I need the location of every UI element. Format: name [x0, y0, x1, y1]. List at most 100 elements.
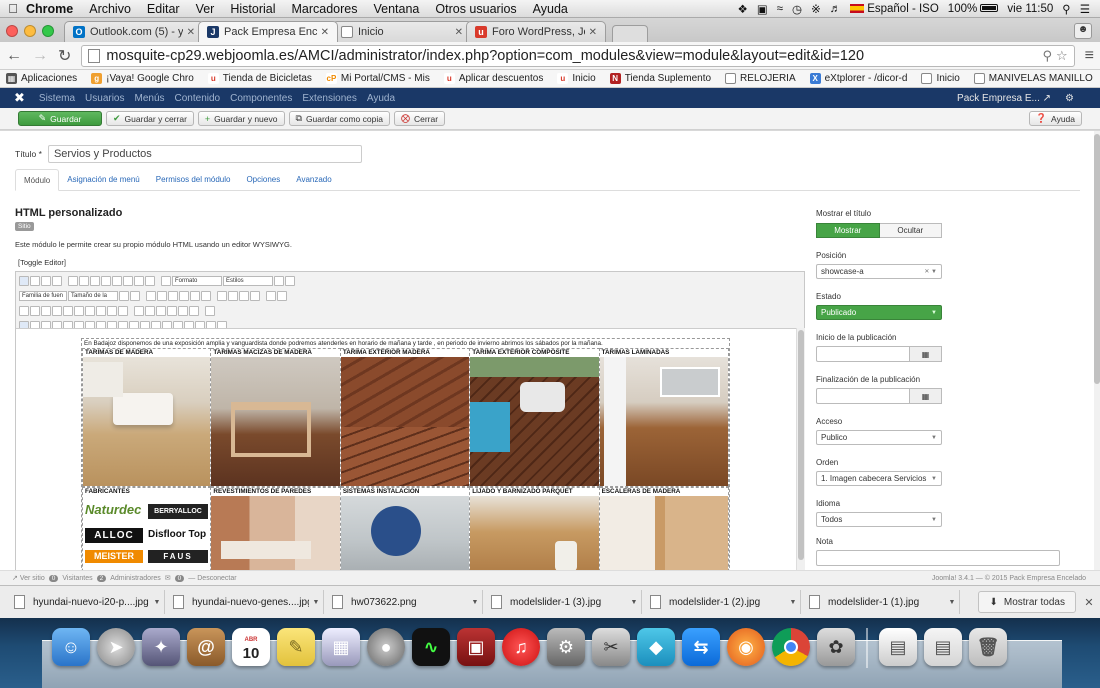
bullet-list-icon[interactable] — [217, 290, 227, 301]
position-select[interactable]: showcase-a ✕ ▼ — [816, 264, 942, 279]
launchpad-icon[interactable]: ➤ — [97, 628, 135, 666]
nav-sistema[interactable]: Sistema — [39, 93, 75, 104]
notification-center-icon[interactable]: ☰ — [1080, 2, 1090, 16]
apple-icon[interactable]:  — [0, 1, 26, 16]
bookmark-aplicar-descuentos[interactable]: u Aplicar descuentos — [443, 73, 543, 84]
close-button[interactable]: ⨂ Cerrar — [393, 111, 446, 126]
bookmark-tienda-bicicletas[interactable]: u Tienda de Bicicletas — [207, 73, 312, 84]
font-size-select[interactable]: Tamaño de la — [68, 290, 118, 301]
volume-icon[interactable]: ♬ — [830, 3, 842, 15]
editor-scroll-thumb[interactable] — [798, 330, 804, 560]
menu-otros-usuarios[interactable]: Otros usuarios — [435, 2, 516, 16]
notes-icon[interactable]: ✎ — [277, 628, 315, 666]
show-title-yes-button[interactable]: Mostrar — [816, 223, 880, 238]
toggle-editor-link[interactable]: [Toggle Editor] — [18, 258, 66, 267]
search-icon[interactable] — [85, 305, 95, 316]
scissors-icon[interactable]: ✂ — [592, 628, 630, 666]
system-preferences-icon[interactable]: ⚙ — [547, 628, 585, 666]
tab-asignacion-menu[interactable]: Asignación de menú — [59, 169, 148, 190]
table-icon[interactable] — [74, 305, 84, 316]
chevron-down-icon[interactable]: ▼ — [468, 599, 482, 606]
nav-extensiones[interactable]: Extensiones — [302, 93, 356, 104]
align-center-icon[interactable] — [123, 275, 133, 286]
zoom-window-button[interactable] — [42, 25, 54, 37]
bookmark-extplorer[interactable]: XeXtplorer - /dicor-d — [809, 73, 907, 84]
tab-outlook[interactable]: O Outlook.com (5) - yolanpr ✕ — [64, 21, 204, 42]
save-copy-button[interactable]: ⧉ Guardar como copia — [288, 111, 390, 126]
ltr-icon[interactable] — [19, 305, 29, 316]
media-icon[interactable] — [52, 305, 62, 316]
cut-icon[interactable] — [146, 290, 156, 301]
unlink-icon[interactable] — [118, 305, 128, 316]
nav-ayuda[interactable]: Ayuda — [367, 93, 395, 104]
align-left-icon[interactable] — [112, 275, 122, 286]
menu-ver[interactable]: Ver — [196, 2, 215, 16]
note-input[interactable] — [816, 550, 1060, 566]
access-select[interactable]: Publico ▼ — [816, 430, 942, 445]
order-select[interactable]: 1. Imagen cabecera Servicios ▼ — [816, 471, 942, 486]
back-arrow-icon[interactable]: ← — [6, 47, 22, 65]
superscript-icon[interactable] — [250, 290, 260, 301]
bluetooth-icon[interactable]: ※ — [811, 2, 821, 16]
download-item[interactable]: hw073622.png ▼ — [326, 590, 483, 614]
align-right-icon[interactable] — [134, 275, 144, 286]
download-item[interactable]: modelslider-1 (3).jpg ▼ — [485, 590, 642, 614]
calendar-icon[interactable]: ABR 10 — [232, 628, 270, 666]
close-tab-icon[interactable]: ✕ — [187, 27, 195, 38]
styles-select[interactable]: Estilos — [223, 275, 273, 286]
start-date-input[interactable] — [816, 346, 910, 362]
title-input[interactable] — [47, 145, 362, 163]
chevron-down-icon[interactable]: ▼ — [309, 599, 323, 606]
save-close-button[interactable]: ✔ Guardar y cerrar — [106, 111, 194, 126]
rtl-icon[interactable] — [30, 305, 40, 316]
download-item[interactable]: hyundai-nuevo-genes....jpg ▼ — [167, 590, 324, 614]
nav-contenido[interactable]: Contenido — [175, 93, 221, 104]
new-document-icon[interactable] — [30, 275, 40, 286]
close-tab-icon[interactable]: ✕ — [455, 27, 463, 38]
download-item[interactable]: modelslider-1 (2).jpg ▼ — [644, 590, 801, 614]
url-input[interactable]: mosquite-cp29.webjoomla.es/AMCI/administ… — [81, 44, 1075, 67]
paste-text-icon[interactable] — [179, 290, 189, 301]
close-downloads-icon[interactable]: ✕ — [1080, 596, 1098, 609]
clean-icon[interactable] — [285, 275, 295, 286]
tab-pack-empresa[interactable]: J Pack Empresa Encelado - A ✕ — [198, 21, 338, 42]
chevron-down-icon[interactable]: ▼ — [150, 599, 164, 606]
close-window-button[interactable] — [6, 25, 18, 37]
chevron-down-icon[interactable]: ▼ — [786, 599, 800, 606]
app-icon[interactable]: ◆ — [637, 628, 675, 666]
italic-icon[interactable] — [79, 275, 89, 286]
calendar-icon[interactable]: ▦ — [910, 346, 942, 362]
menu-app-name[interactable]: Chrome — [26, 2, 73, 16]
firefox-icon[interactable]: ◉ — [727, 628, 765, 666]
tab-avanzado[interactable]: Avanzado — [288, 169, 339, 190]
table-delete-icon[interactable] — [189, 305, 199, 316]
tab-modulo[interactable]: Módulo — [15, 169, 60, 191]
chrome-icon[interactable] — [772, 628, 810, 666]
activity-monitor-icon[interactable]: ∿ — [412, 628, 450, 666]
language-select[interactable]: Todos ▼ — [816, 512, 942, 527]
nav-usuarios[interactable]: Usuarios — [85, 93, 124, 104]
menu-marcadores[interactable]: Marcadores — [292, 2, 358, 16]
facetime-icon[interactable]: ● — [367, 628, 405, 666]
document-stack-icon[interactable]: ▤ — [879, 628, 917, 666]
close-tab-icon[interactable]: ✕ — [589, 27, 597, 38]
tab-foro-wordpress[interactable]: u Foro WordPress, Joomla y ✕ — [466, 21, 606, 42]
view-site-link[interactable]: ↗ Ver sitio — [12, 574, 45, 582]
page-info-icon[interactable] — [88, 48, 101, 63]
tab-inicio[interactable]: Inicio ✕ — [332, 21, 472, 42]
minimize-window-button[interactable] — [24, 25, 36, 37]
select-all-icon[interactable] — [201, 290, 211, 301]
format-select[interactable]: Formato — [172, 275, 222, 286]
omega-icon[interactable] — [266, 290, 276, 301]
gear-icon[interactable]: ⚙ — [1065, 93, 1074, 104]
editor-scrollbar[interactable] — [796, 328, 805, 570]
font-family-select[interactable]: Familia de fuen — [19, 290, 67, 301]
tab-permisos[interactable]: Permisos del módulo — [148, 169, 239, 190]
font-size-icon[interactable] — [239, 290, 249, 301]
justify-icon[interactable] — [145, 275, 155, 286]
anchor-icon[interactable] — [63, 305, 73, 316]
chevron-down-icon[interactable]: ▼ — [627, 599, 641, 606]
documents-icon[interactable]: ▤ — [924, 628, 962, 666]
menu-ayuda[interactable]: Ayuda — [533, 2, 568, 16]
download-item[interactable]: modelslider-1 (1).jpg ▼ — [803, 590, 960, 614]
